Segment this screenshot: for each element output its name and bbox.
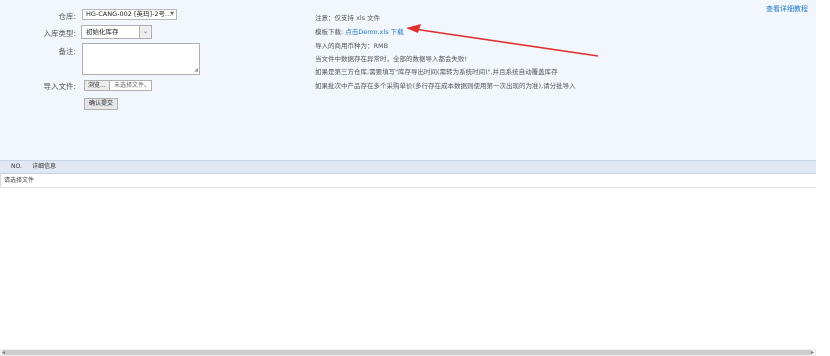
empty-message: 请选择文件 bbox=[4, 177, 35, 184]
table-row: 请选择文件 bbox=[0, 174, 816, 188]
horizontal-scrollbar-thumb[interactable] bbox=[2, 350, 812, 355]
scroll-left-icon[interactable]: ◂ bbox=[0, 349, 7, 356]
vertical-scrollbar-area bbox=[816, 0, 830, 356]
column-header-detail: 详细信息 bbox=[32, 163, 57, 170]
table-header: NO. 详细信息 bbox=[0, 160, 816, 174]
scroll-right-icon[interactable]: ▸ bbox=[809, 349, 816, 356]
column-header-no: NO. bbox=[11, 163, 22, 170]
annotation-arrow-icon bbox=[406, 24, 599, 57]
